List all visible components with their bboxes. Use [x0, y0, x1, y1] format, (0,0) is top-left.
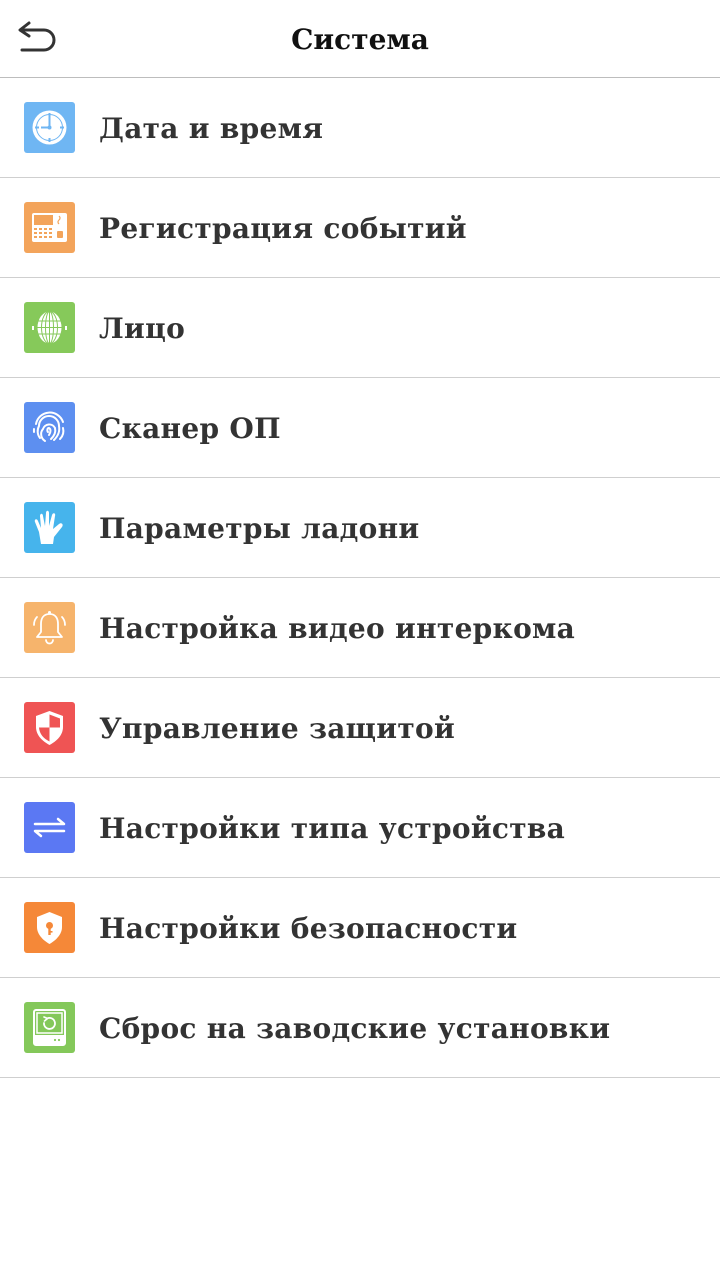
menu-item-security-settings[interactable]: Настройки безопасности	[0, 878, 720, 978]
clock-icon	[24, 102, 75, 153]
menu-item-label: Регистрация событий	[99, 212, 467, 245]
header-bar: Система	[0, 0, 720, 78]
menu-item-label: Управление защитой	[99, 712, 456, 745]
menu-item-factory-reset[interactable]: Сброс на заводские установки	[0, 978, 720, 1078]
swap-arrows-icon	[24, 802, 75, 853]
menu-item-device-type-settings[interactable]: Настройки типа устройства	[0, 778, 720, 878]
settings-menu: Дата и время Регистрация событий Лицо Ск…	[0, 78, 720, 1078]
menu-item-label: Настройка видео интеркома	[99, 612, 576, 645]
menu-item-protection-management[interactable]: Управление защитой	[0, 678, 720, 778]
menu-item-event-log[interactable]: Регистрация событий	[0, 178, 720, 278]
menu-item-fingerprint-scanner[interactable]: Сканер ОП	[0, 378, 720, 478]
menu-item-label: Дата и время	[99, 112, 324, 145]
face-scan-icon	[24, 302, 75, 353]
menu-item-label: Сброс на заводские установки	[99, 1012, 611, 1045]
shield-icon	[24, 702, 75, 753]
menu-item-label: Настройки типа устройства	[99, 812, 566, 845]
security-lock-icon	[24, 902, 75, 953]
menu-item-video-intercom[interactable]: Настройка видео интеркома	[0, 578, 720, 678]
terminal-icon	[24, 202, 75, 253]
bell-icon	[24, 602, 75, 653]
menu-item-label: Параметры ладони	[99, 512, 420, 545]
factory-reset-icon	[24, 1002, 75, 1053]
menu-item-label: Настройки безопасности	[99, 912, 518, 945]
menu-item-label: Лицо	[99, 312, 186, 345]
fingerprint-icon	[24, 402, 75, 453]
menu-item-face[interactable]: Лицо	[0, 278, 720, 378]
menu-item-date-time[interactable]: Дата и время	[0, 78, 720, 178]
palm-icon	[24, 502, 75, 553]
page-title: Система	[291, 23, 429, 56]
menu-item-palm-parameters[interactable]: Параметры ладони	[0, 478, 720, 578]
menu-item-label: Сканер ОП	[99, 412, 281, 445]
